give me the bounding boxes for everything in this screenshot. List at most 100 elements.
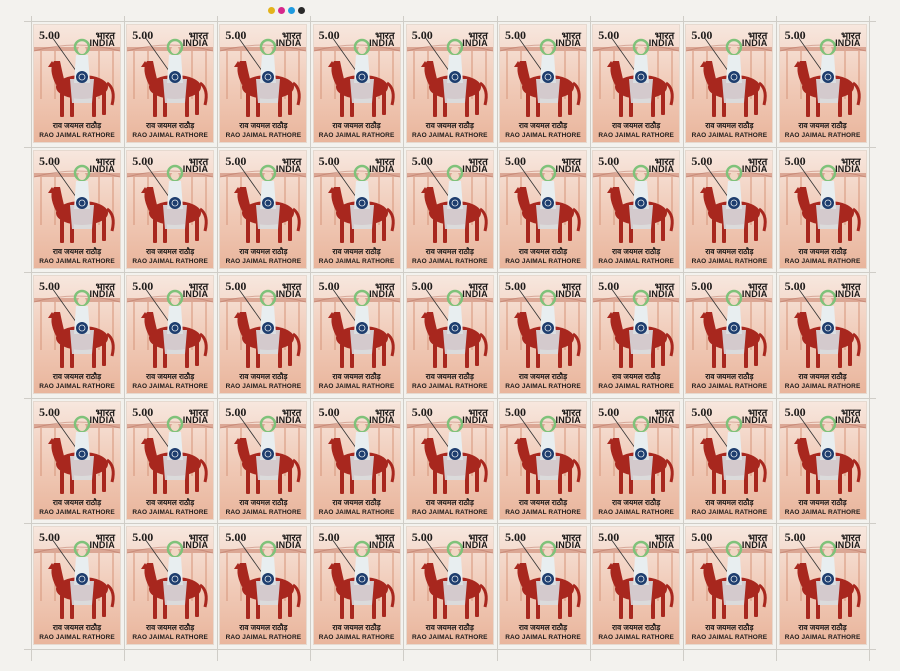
perforation-line [310, 16, 312, 661]
stamp: 5.00 भारत INDIA 2021 राव जयमल राठौड़ RAO… [313, 527, 400, 644]
stamp-denomination: 5.00 [411, 153, 433, 168]
color-registration-dots [268, 7, 305, 14]
stamp-title-hindi: राव जयमल राठौड़ [425, 497, 474, 507]
stamp-country-english: INDIA [741, 540, 768, 550]
shield-icon [262, 322, 275, 334]
stamp-denomination: 5.00 [411, 279, 433, 293]
stamp-denomination: 5.00 [39, 404, 60, 419]
shield-icon [728, 447, 741, 460]
stamp-title-hindi: राव जयमल राठौड़ [146, 372, 195, 381]
shield-icon [635, 447, 648, 460]
stamp: 5.00 भारत INDIA 2021 राव जयमल राठौड़ RAO… [220, 25, 307, 142]
shield-icon [169, 71, 182, 83]
stamp-denomination: 5.00 [318, 530, 340, 544]
stamp-title-hindi: राव जयमल राठौड़ [52, 623, 102, 632]
stamp: 5.00 भारत INDIA 2021 राव जयमल राठौड़ RAO… [313, 25, 400, 142]
stamp-title-english: RAO JAIMAL RATHORE [691, 383, 768, 390]
stamp: 5.00 भारत INDIA 2021 राव जयमल राठौड़ RAO… [127, 401, 214, 519]
stamp-title-hindi: राव जयमल राठौड़ [705, 121, 754, 130]
stamp-title-hindi: राव जयमल राठौड़ [146, 623, 195, 632]
stamp-country-english: INDIA [89, 38, 115, 48]
stamp-country-english: INDIA [182, 38, 209, 48]
stamp-title-hindi: राव जयमल राठौड़ [612, 497, 661, 507]
stamp-sheet: 5.00 भारत INDIA 2021 राव जयमल राठौड़ RAO… [0, 0, 900, 671]
stamp-title-english: RAO JAIMAL RATHORE [784, 634, 861, 641]
shield-icon [355, 322, 368, 334]
stamp-title-hindi: राव जयमल राठौड़ [52, 497, 102, 507]
stamp-country-english: INDIA [275, 414, 302, 425]
stamp-country-english: INDIA [275, 540, 302, 550]
stamp-country-english: INDIA [741, 163, 768, 174]
stamp-title-hindi: राव जयमल राठौड़ [612, 246, 661, 256]
shield-icon [728, 196, 741, 209]
stamp-country-english: INDIA [369, 540, 395, 550]
shield-icon [821, 573, 834, 585]
stamp-denomination: 5.00 [132, 28, 154, 42]
perforation-line [869, 16, 871, 661]
stamp: 5.00 भारत INDIA 2021 राव जयमल राठौड़ RAO… [220, 276, 307, 393]
stamp-title-hindi: राव जयमल राठौड़ [518, 497, 568, 507]
stamp-country-english: INDIA [275, 38, 302, 48]
stamp-denomination: 5.00 [505, 404, 526, 419]
stamp-title-english: RAO JAIMAL RATHORE [318, 132, 395, 139]
stamp-denomination: 5.00 [784, 28, 806, 42]
stamp: 5.00 भारत INDIA 2021 राव जयमल राठौड़ RAO… [779, 401, 866, 519]
shield-icon [821, 447, 834, 460]
stamp-title-english: RAO JAIMAL RATHORE [598, 257, 674, 265]
stamp-title-hindi: राव जयमल राठौड़ [239, 121, 288, 130]
stamp-country-english: INDIA [182, 540, 209, 550]
stamp-title-english: RAO JAIMAL RATHORE [318, 257, 395, 265]
shield-icon [821, 196, 834, 209]
stamp: 5.00 भारत INDIA 2021 राव जयमल राठौड़ RAO… [34, 150, 120, 268]
stamp-country-english: INDIA [648, 540, 675, 550]
shield-icon [728, 573, 741, 585]
stamp-denomination: 5.00 [598, 404, 620, 419]
stamp: 5.00 भारत INDIA 2021 राव जयमल राठौड़ RAO… [406, 401, 493, 519]
stamp-denomination: 5.00 [784, 404, 806, 419]
shield-icon [76, 447, 88, 460]
stamp-denomination: 5.00 [691, 28, 713, 42]
stamp-country-english: INDIA [741, 38, 768, 48]
shield-icon [542, 322, 554, 334]
shield-icon [448, 196, 461, 209]
stamp-title-hindi: राव जयमल राठौड़ [425, 372, 474, 381]
stamp-denomination: 5.00 [225, 28, 247, 42]
stamp-title-hindi: राव जयमल राठौड़ [518, 121, 568, 130]
stamp-title-hindi: राव जयमल राठौड़ [518, 623, 568, 632]
stamp-title-hindi: राव जयमल राठौड़ [705, 246, 754, 256]
stamp-title-hindi: राव जयमल राठौड़ [798, 246, 847, 256]
stamp: 5.00 भारत INDIA 2021 राव जयमल राठौड़ RAO… [593, 527, 680, 644]
stamp-denomination: 5.00 [318, 279, 340, 293]
stamp-title-english: RAO JAIMAL RATHORE [318, 634, 395, 641]
stamp-title-english: RAO JAIMAL RATHORE [598, 634, 674, 641]
stamp: 5.00 भारत INDIA 2021 राव जयमल राठौड़ RAO… [220, 401, 307, 519]
shield-icon [542, 196, 554, 209]
stamp: 5.00 भारत INDIA 2021 राव जयमल राठौड़ RAO… [406, 150, 493, 268]
stamp-denomination: 5.00 [39, 530, 60, 544]
stamp-title-hindi: राव जयमल राठौड़ [332, 121, 381, 130]
stamp-title-english: RAO JAIMAL RATHORE [598, 132, 674, 139]
stamp-title-english: RAO JAIMAL RATHORE [39, 383, 115, 390]
stamp-country-english: INDIA [741, 414, 768, 425]
stamp-denomination: 5.00 [39, 28, 60, 42]
stamp-title-hindi: राव जयमल राठौड़ [332, 497, 381, 507]
shield-icon [821, 322, 834, 334]
stamp-title-english: RAO JAIMAL RATHORE [318, 508, 395, 516]
stamp-country-english: INDIA [89, 163, 115, 174]
perforation-line [589, 16, 591, 661]
stamp-denomination: 5.00 [39, 279, 60, 293]
stamp-title-english: RAO JAIMAL RATHORE [691, 634, 768, 641]
shield-icon [262, 573, 275, 585]
stamp-country-english: INDIA [555, 163, 581, 174]
stamp-denomination: 5.00 [691, 153, 713, 168]
color-dot [298, 7, 305, 14]
stamp-country-english: INDIA [462, 163, 488, 174]
shield-icon [821, 71, 834, 83]
stamp-title-english: RAO JAIMAL RATHORE [225, 383, 302, 390]
perforation-line [30, 16, 32, 661]
stamp-title-english: RAO JAIMAL RATHORE [505, 383, 581, 390]
stamp-country-english: INDIA [462, 540, 488, 550]
stamp-title-english: RAO JAIMAL RATHORE [412, 634, 488, 641]
stamp: 5.00 भारत INDIA 2021 राव जयमल राठौड़ RAO… [593, 276, 680, 393]
stamp-title-english: RAO JAIMAL RATHORE [412, 383, 488, 390]
